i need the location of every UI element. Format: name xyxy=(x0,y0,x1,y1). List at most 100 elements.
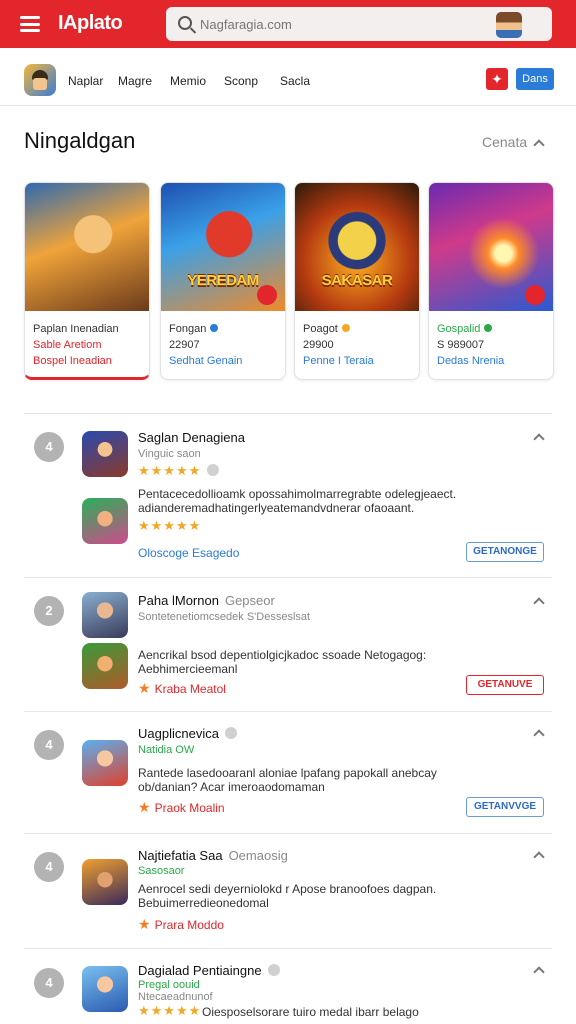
rating-stars: ★★★★★ xyxy=(138,1003,202,1018)
chevron-up-icon xyxy=(533,851,545,863)
verified-icon xyxy=(210,324,219,332)
badge-icon xyxy=(257,285,277,305)
list-item-subtitle-2: Ntecaeadnunof xyxy=(138,991,213,1003)
get-button[interactable]: GETANONGE xyxy=(466,542,544,562)
chevron-up-icon xyxy=(533,433,545,445)
divider xyxy=(24,413,552,414)
list-item-description: Aencrikal bsod depentiolgicjkadoc ssoade… xyxy=(138,648,427,676)
divider xyxy=(24,948,552,949)
search-bar[interactable] xyxy=(166,7,552,41)
get-button[interactable]: GETANVVGE xyxy=(466,797,544,817)
card-title: Fongan xyxy=(169,321,277,337)
search-input[interactable] xyxy=(200,14,500,34)
collapse-toggle[interactable] xyxy=(533,965,545,978)
game-card-art xyxy=(25,183,149,311)
nav-link-1[interactable]: Naplar xyxy=(68,74,103,88)
game-icon[interactable] xyxy=(82,740,128,786)
chevron-up-icon xyxy=(533,139,545,151)
game-icon[interactable] xyxy=(82,643,128,689)
game-icon[interactable] xyxy=(82,592,128,638)
search-icon xyxy=(178,16,192,30)
game-card[interactable]: Gospalid S 989007 Dedas Nrenia xyxy=(428,182,554,380)
card-subtitle: S 989007 xyxy=(437,339,485,351)
game-card-art xyxy=(429,183,553,311)
rating-stars: ★★★★★ xyxy=(138,518,202,533)
card-detail: Dedas Nrenia xyxy=(437,355,505,367)
list-item-subtitle: Sontetenetiomcsedek S'Desseslsat xyxy=(138,611,311,623)
card-subtitle: Sable Aretiom xyxy=(33,339,102,351)
nav-link-2[interactable]: Magre xyxy=(118,74,152,88)
divider xyxy=(24,577,552,578)
list-item-link[interactable]: ★ Prara Moddo xyxy=(138,916,224,933)
list-item-description: Aenrocel sedi deyerniolokd r Apose brano… xyxy=(138,882,437,910)
nav-link-4[interactable]: Sconp xyxy=(224,74,258,88)
star-icon: ✦ xyxy=(491,71,503,87)
list-item-subtitle: Pregal oouid xyxy=(138,979,200,991)
card-detail: Sedhat Genain xyxy=(169,355,243,367)
list-item-title[interactable]: Paha lMornon Gepseor xyxy=(138,593,275,608)
game-card[interactable]: Paplan Inenadian Sable Aretiom Bospel In… xyxy=(24,182,150,380)
list-item-title[interactable]: Uagplicnevica xyxy=(138,726,237,741)
info-icon[interactable] xyxy=(267,964,280,976)
section-title: Ningaldgan xyxy=(24,128,136,153)
star-icon: ★ xyxy=(138,799,151,815)
divider xyxy=(24,833,552,834)
game-card-art: SAKASAR xyxy=(295,183,419,311)
app-icon[interactable] xyxy=(24,64,56,96)
nav-link-5[interactable]: Sacla xyxy=(280,74,310,88)
game-icon[interactable] xyxy=(82,431,128,477)
star-button[interactable]: ✦ xyxy=(486,68,508,90)
collapse-toggle[interactable] xyxy=(533,432,545,445)
divider xyxy=(24,711,552,712)
list-item-title[interactable]: Dagialad Pentiaingne xyxy=(138,963,280,978)
rank-badge: 4 xyxy=(34,730,64,760)
dans-button[interactable]: Dans xyxy=(516,68,554,90)
rating-stars: ★★★★★ xyxy=(138,463,220,479)
list-item-description: Oiesposelsorare tuiro medal ibarr belago xyxy=(202,1005,419,1019)
list-item-link[interactable]: ★ Praok Moalin xyxy=(138,799,225,816)
check-icon xyxy=(484,324,493,332)
list-item-title[interactable]: Saglan Denagiena xyxy=(138,430,245,445)
coin-icon xyxy=(341,324,350,332)
card-title: Paplan Inenadian xyxy=(33,323,119,335)
card-detail: Bospel Ineadian xyxy=(33,355,112,367)
list-item-link[interactable]: ★ Kraba Meatol xyxy=(138,680,226,697)
top-app-bar: IAplato xyxy=(0,0,576,48)
avatar[interactable] xyxy=(496,12,522,38)
game-icon[interactable] xyxy=(82,859,128,905)
chevron-up-icon xyxy=(533,966,545,978)
list-item-description: Pentacecedollioamk opossahimolmarregrabt… xyxy=(138,487,457,515)
collapse-toggle[interactable] xyxy=(533,728,545,741)
collapse-toggle[interactable] xyxy=(533,850,545,863)
card-detail: Penne I Teraia xyxy=(303,355,374,367)
chevron-up-icon xyxy=(533,729,545,741)
rank-badge: 4 xyxy=(34,852,64,882)
rank-badge: 4 xyxy=(34,432,64,462)
chevron-up-icon xyxy=(533,597,545,609)
menu-icon[interactable] xyxy=(20,16,40,32)
game-card[interactable]: YEREDAM Fongan 22907 Sedhat Genain xyxy=(160,182,286,380)
game-icon[interactable] xyxy=(82,966,128,1012)
collapse-toggle[interactable] xyxy=(533,596,545,609)
game-card[interactable]: SAKASAR Poagot 29900 Penne I Teraia xyxy=(294,182,420,380)
list-item-link[interactable]: Oloscoge Esagedo xyxy=(138,546,239,560)
game-icon[interactable] xyxy=(82,498,128,544)
app-logo[interactable]: IAplato xyxy=(58,12,123,35)
info-icon[interactable] xyxy=(224,727,237,739)
card-title: Poagot xyxy=(303,321,411,337)
rank-badge: 4 xyxy=(34,968,64,998)
get-button[interactable]: GETANUVE xyxy=(466,675,544,695)
card-subtitle: 29900 xyxy=(303,339,334,351)
star-icon: ★ xyxy=(138,680,151,696)
rank-badge: 2 xyxy=(34,596,64,626)
nav-link-3[interactable]: Memio xyxy=(170,74,206,88)
card-subtitle: 22907 xyxy=(169,339,200,351)
badge-icon xyxy=(525,285,545,305)
category-nav: Naplar Magre Memio Sconp Sacla ✦ Dans xyxy=(0,56,576,106)
list-item-subtitle: Sasosaor xyxy=(138,865,185,877)
info-icon[interactable] xyxy=(207,464,220,476)
see-more-link[interactable]: Cenata xyxy=(482,134,545,151)
list-item-title[interactable]: Najtiefatia Saa Oemaosig xyxy=(138,848,288,863)
card-title: Gospalid xyxy=(437,321,545,337)
list-item-description: Rantede lasedooaranl aloniae lpafang pap… xyxy=(138,766,437,794)
